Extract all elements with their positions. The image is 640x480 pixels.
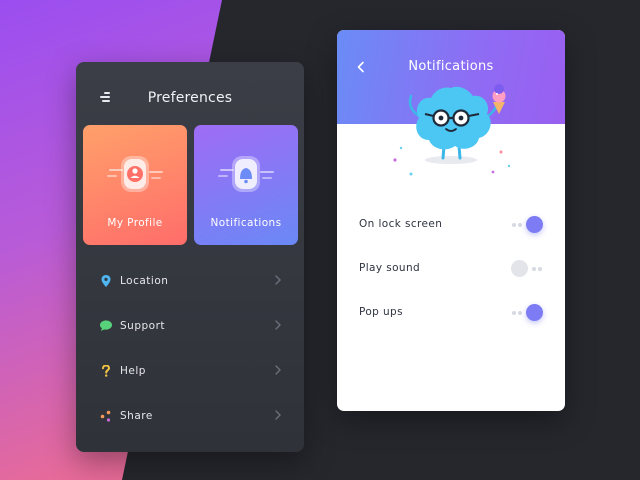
preferences-title: Preferences — [147, 90, 233, 106]
mascot-illustration — [393, 84, 511, 176]
my-profile-label: My Profile — [107, 217, 163, 229]
menu-item-label: Support — [120, 319, 166, 332]
on-lock-screen-toggle[interactable] — [509, 215, 545, 235]
profile-icon — [107, 156, 163, 192]
preferences-panel: Preferences My Profile Notifications Loc… — [76, 62, 304, 452]
chevron-right-icon — [275, 410, 281, 420]
setting-label: Pop ups — [359, 306, 403, 318]
chevron-right-icon — [275, 320, 281, 330]
toggle-knob — [526, 216, 543, 233]
preferences-menu: Location Support Help Share — [76, 258, 304, 438]
my-profile-card[interactable]: My Profile — [83, 125, 187, 245]
chat-bubble-icon — [100, 320, 112, 332]
notifications-card-label: Notifications — [210, 217, 282, 229]
setting-on-lock-screen: On lock screen — [359, 215, 545, 235]
menu-item-support[interactable]: Support — [76, 303, 304, 348]
play-sound-toggle[interactable] — [509, 259, 545, 279]
notifications-panel: Notifications On lock screen Play sound … — [337, 30, 565, 411]
question-mark-icon — [100, 364, 112, 377]
setting-label: On lock screen — [359, 218, 443, 230]
menu-item-label: Location — [120, 274, 169, 287]
chevron-right-icon — [275, 365, 281, 375]
menu-item-location[interactable]: Location — [76, 258, 304, 303]
share-icon — [100, 410, 112, 422]
menu-item-label: Help — [120, 364, 146, 377]
chevron-right-icon — [275, 275, 281, 285]
location-pin-icon — [100, 274, 112, 287]
menu-item-label: Share — [120, 409, 153, 422]
setting-pop-ups: Pop ups — [359, 303, 545, 323]
notifications-title: Notifications — [408, 59, 494, 74]
toggle-knob — [511, 260, 528, 277]
notifications-card[interactable]: Notifications — [194, 125, 298, 245]
setting-label: Play sound — [359, 262, 421, 274]
toggle-knob — [526, 304, 543, 321]
setting-play-sound: Play sound — [359, 259, 545, 279]
menu-item-share[interactable]: Share — [76, 393, 304, 438]
pop-ups-toggle[interactable] — [509, 303, 545, 323]
menu-item-help[interactable]: Help — [76, 348, 304, 393]
notification-icon — [218, 156, 274, 192]
